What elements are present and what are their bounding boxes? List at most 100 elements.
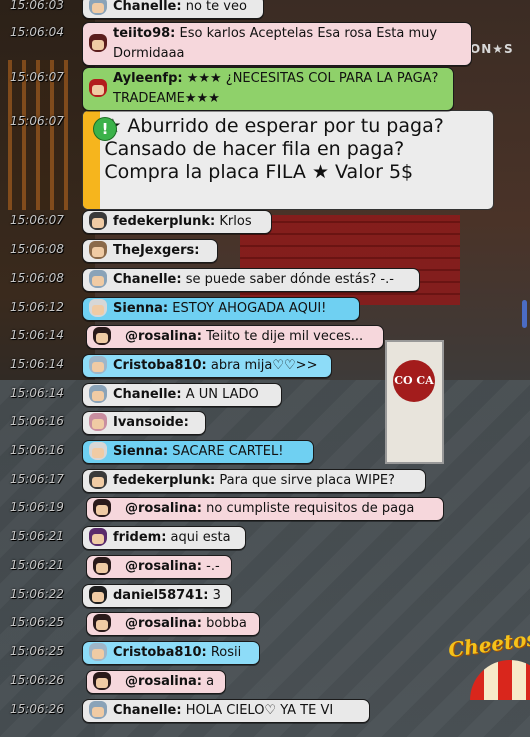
chat-username[interactable]: fridem: [113,530,166,545]
avatar-icon[interactable] [87,613,125,635]
chat-text: aqui esta [166,530,231,545]
avatar-icon[interactable] [83,355,113,377]
timestamp: 15:06:14 [10,328,64,342]
chat-username[interactable]: Chanelle: [113,0,182,14]
avatar-icon[interactable] [83,269,113,291]
timestamp: 15:06:04 [10,25,64,39]
chat-text: Rosii [206,645,242,660]
chat-bubble[interactable]: fedekerplunk: Krlos [82,210,272,234]
avatar-icon[interactable] [83,77,113,101]
chat-username[interactable]: Ayleenfp: [113,71,183,86]
chat-bubble[interactable]: Cristoba810: Rosii [82,641,260,665]
chat-text: A UN LADO [181,387,259,402]
avatar-icon[interactable] [83,642,113,664]
chat-username[interactable]: fedekerplunk: [113,214,215,229]
chat-text: HOLA CIELO♡ YA TE VI [181,703,334,718]
avatar-icon[interactable] [83,527,113,549]
chat-username[interactable]: teiito98: [113,26,175,41]
avatar-icon[interactable] [87,556,125,578]
chat-bubble[interactable]: Ivansoide: [82,411,206,435]
chat-bubble[interactable]: teiito98: Eso karlos Aceptelas Esa rosa … [82,22,472,66]
chat-text: se puede saber dónde estás? -.- [181,272,394,287]
timestamp: 15:06:21 [10,529,64,543]
timestamp: 15:06:12 [10,300,64,314]
chat-message: Sienna: SACARE CARTEL! [113,441,291,463]
avatar-icon[interactable] [83,0,113,18]
timestamp: 15:06:14 [10,386,64,400]
chat-bubble[interactable]: daniel58741: 3 [82,584,232,608]
avatar-icon[interactable] [83,211,113,233]
chat-username[interactable]: Sienna: [113,444,168,459]
chat-bubble[interactable]: Chanelle: se puede saber dónde estás? -.… [82,268,420,292]
chat-log: 15:06:07 ! ★ Aburrido de esperar por tu … [0,0,530,737]
avatar-icon[interactable] [83,32,113,56]
timestamp: 15:06:03 [10,0,64,12]
timestamp: 15:06:08 [10,271,64,285]
chat-message: fedekerplunk: Krlos [113,211,260,233]
chat-username[interactable]: Ivansoide: [113,415,189,430]
avatar-icon[interactable] [83,412,113,434]
announcement-bubble: ! ★ Aburrido de esperar por tu paga? Can… [82,110,494,210]
timestamp: 15:06:07 [10,70,64,84]
chat-bubble[interactable]: Chanelle: A UN LADO [82,383,282,407]
chat-message: Sienna: ESTOY AHOGADA AQUI! [113,298,334,320]
chat-text: no cumpliste requisitos de paga [202,501,415,516]
chat-bubble[interactable]: @rosalina: -.- [86,555,232,579]
chat-bubble[interactable]: Cristoba810: abra mija♡♡>> [82,354,332,378]
chat-bubble[interactable]: Sienna: SACARE CARTEL! [82,440,314,464]
chat-bubble[interactable]: Sienna: ESTOY AHOGADA AQUI! [82,297,360,321]
chat-username[interactable]: TheJexgers: [113,243,199,258]
exclamation-icon: ! [93,117,117,141]
chat-message: Chanelle: no te veo [113,0,255,18]
chat-message: Cristoba810: Rosii [113,642,249,664]
chat-username[interactable]: fedekerplunk: [113,473,215,488]
chat-bubble[interactable]: TheJexgers: [82,239,218,263]
timestamp: 15:06:07 [10,114,64,128]
chat-bubble[interactable]: Chanelle: no te veo [82,0,264,19]
avatar-icon[interactable] [83,470,113,492]
chat-username[interactable]: @rosalina: [125,616,202,631]
chat-message: @rosalina: Teiito te dije mil veces... [125,326,371,348]
timestamp: 15:06:07 [10,213,64,227]
chat-username[interactable]: Chanelle: [113,387,182,402]
avatar-icon[interactable] [83,585,113,607]
chat-bubble[interactable]: @rosalina: bobba [86,612,260,636]
avatar-icon[interactable] [83,700,113,722]
chat-username[interactable]: Cristoba810: [113,358,207,373]
chat-message: fedekerplunk: Para que sirve placa WIPE? [113,470,403,492]
avatar-icon[interactable] [87,326,125,348]
avatar-icon[interactable] [83,298,113,320]
timestamp: 15:06:21 [10,558,64,572]
chat-username[interactable]: daniel58741: [113,588,209,603]
chat-bubble[interactable]: @rosalina: a [86,670,226,694]
chat-text: 3 [208,588,221,603]
chat-text: no te veo [181,0,247,14]
chat-text: abra mija♡♡>> [206,358,318,373]
timestamp: 15:06:08 [10,242,64,256]
chat-bubble[interactable]: Chanelle: HOLA CIELO♡ YA TE VI [82,699,370,723]
avatar-icon[interactable] [83,240,113,262]
avatar-icon[interactable] [83,441,113,463]
timestamp: 15:06:25 [10,615,64,629]
avatar-icon[interactable] [87,498,125,520]
chat-message: fridem: aqui esta [113,527,239,549]
chat-bubble[interactable]: Ayleenfp: ★★★ ¿NECESITAS COL PARA LA PAG… [82,67,454,111]
chat-bubble[interactable]: @rosalina: no cumpliste requisitos de pa… [86,497,444,521]
chat-username[interactable]: Chanelle: [113,703,182,718]
avatar-icon[interactable] [83,384,113,406]
chat-username[interactable]: @rosalina: [125,559,202,574]
chat-username[interactable]: @rosalina: [125,674,202,689]
chat-username[interactable]: @rosalina: [125,329,202,344]
timestamp: 15:06:26 [10,673,64,687]
chat-bubble[interactable]: fridem: aqui esta [82,526,246,550]
chat-text: bobba [202,616,247,631]
avatar-icon[interactable] [87,671,125,693]
timestamp: 15:06:25 [10,644,64,658]
chat-username[interactable]: Chanelle: [113,272,182,287]
chat-bubble[interactable]: @rosalina: Teiito te dije mil veces... [86,325,384,349]
chat-username[interactable]: Sienna: [113,301,168,316]
chat-username[interactable]: Cristoba810: [113,645,207,660]
chat-bubble[interactable]: fedekerplunk: Para que sirve placa WIPE? [82,469,426,493]
chat-username[interactable]: @rosalina: [125,501,202,516]
timestamp: 15:06:22 [10,587,64,601]
